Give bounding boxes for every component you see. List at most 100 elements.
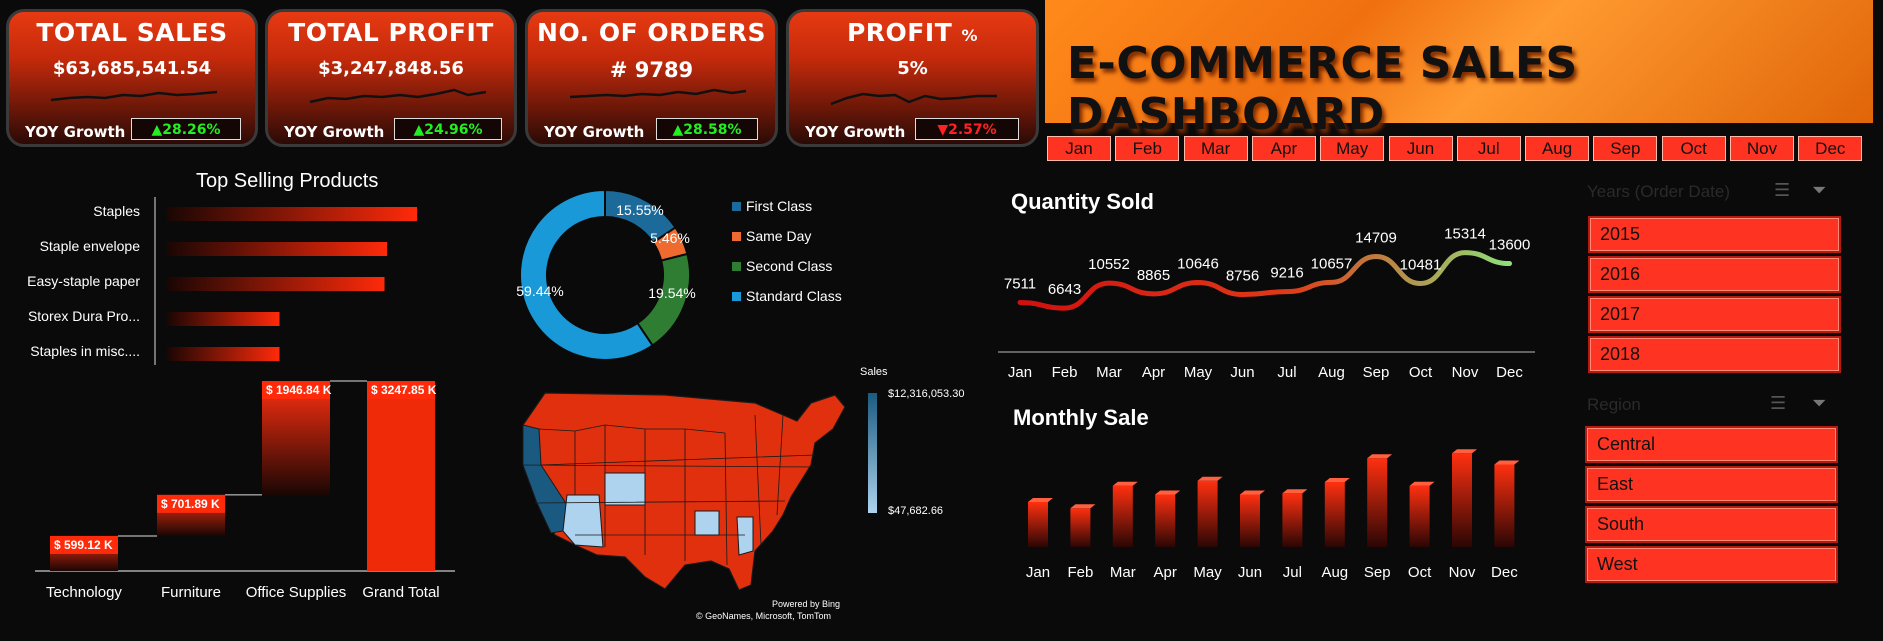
multi-select-icon[interactable]: ☰ [1774, 180, 1796, 201]
data-label: 6643 [1048, 281, 1081, 298]
bar-top [1240, 490, 1265, 495]
category-label: Technology [46, 584, 122, 601]
category-label: Staples [93, 203, 140, 219]
month-tick-label: Jan [1008, 364, 1032, 381]
data-label: 13600 [1489, 237, 1531, 254]
month-tick-label: Jun [1230, 364, 1254, 381]
month-tick-label: Oct [1409, 364, 1433, 381]
month-button-feb[interactable]: Feb [1115, 136, 1180, 161]
product-bar [167, 347, 280, 361]
yoy-badge: ▲24.96% [394, 118, 502, 140]
sparkline [309, 88, 487, 104]
legend-label: Standard Class [746, 288, 842, 304]
month-tick-label: Jul [1277, 364, 1296, 381]
kpi-orders: NO. OF ORDERS # 9789 YOY Growth ▲28.58% [525, 9, 778, 147]
month-button-nov[interactable]: Nov [1730, 136, 1794, 161]
map-credit: Powered by Bing [772, 599, 841, 609]
month-tick-label: Jul [1283, 564, 1302, 581]
month-tick-label: Dec [1496, 364, 1523, 381]
yoy-label: YOY Growth [25, 123, 126, 141]
month-button-dec[interactable]: Dec [1798, 136, 1863, 161]
slicer-item-east[interactable]: East [1585, 466, 1838, 503]
slicer-item-south[interactable]: South [1585, 506, 1838, 543]
yoy-badge: ▼2.57% [915, 118, 1019, 140]
clear-filter-icon[interactable]: ⏷ [1812, 393, 1834, 414]
month-tick-label: Mar [1110, 564, 1136, 581]
region-slicer-header: Region [1587, 395, 1641, 414]
month-button-apr[interactable]: Apr [1251, 136, 1316, 161]
top-products-title: Top Selling Products [196, 170, 379, 192]
kpi-title: NO. OF ORDERS [537, 18, 766, 47]
slicer-item-2017[interactable]: 2017 [1588, 296, 1841, 333]
years-slicer-header: Years (Order Date) [1587, 182, 1730, 201]
slicer-item-2018[interactable]: 2018 [1588, 336, 1841, 373]
category-label: Storex Dura Pro... [28, 308, 140, 324]
month-tick-label: Aug [1318, 364, 1345, 381]
legend-swatch [732, 262, 741, 271]
slicer-item-west[interactable]: West [1585, 546, 1838, 583]
kpi-profit-percent: PROFIT % 5% YOY Growth ▼2.57% [786, 9, 1039, 147]
kpi-total-sales: TOTAL SALES $63,685,541.54 YOY Growth ▲2… [6, 9, 258, 147]
data-label: 14709 [1355, 229, 1397, 246]
waterfall-value-label: $ 701.89 K [161, 497, 220, 511]
slicer-item-central[interactable]: Central [1585, 426, 1838, 463]
month-button-mar[interactable]: Mar [1183, 136, 1248, 161]
sale-bar [1240, 494, 1260, 547]
kpi-title-wrap: PROFIT % [789, 18, 1036, 47]
month-tick-label: Sep [1364, 564, 1391, 581]
month-button-aug[interactable]: Aug [1525, 136, 1590, 161]
clear-filter-icon[interactable]: ⏷ [1812, 180, 1834, 201]
month-tick-label: Jan [1026, 564, 1050, 581]
month-tick-label: Aug [1321, 564, 1348, 581]
bar-top [1282, 489, 1308, 494]
month-button-oct[interactable]: Oct [1661, 136, 1726, 161]
data-label: 8756 [1226, 268, 1259, 285]
yoy-label: YOY Growth [284, 123, 385, 141]
multi-select-icon[interactable]: ☰ [1770, 393, 1792, 414]
category-waterfall-chart: $ 599.12 K Technology $ 701.89 K Furniture $… [35, 380, 455, 601]
sale-bar [1324, 482, 1345, 547]
month-button-jun[interactable]: Jun [1388, 136, 1453, 161]
sale-bar [1494, 464, 1515, 547]
slice-label: 5.46% [650, 230, 690, 246]
slice-label: 19.54% [648, 285, 695, 301]
month-tick-label: Apr [1142, 364, 1165, 381]
category-label: Staple envelope [40, 238, 141, 254]
bar-top [1324, 478, 1350, 482]
bar-top [1070, 504, 1096, 509]
yoy-badge: ▲28.58% [656, 118, 758, 140]
slicer-item-2015[interactable]: 2015 [1588, 216, 1841, 253]
sparkline [830, 92, 997, 106]
month-button-jan[interactable]: Jan [1047, 136, 1111, 161]
bar-top [1155, 490, 1181, 495]
quantity-sold-chart: 7511 6643 10552 8865 10646 8756 9216 1065714709… [998, 226, 1535, 381]
month-tick-label: Mar [1096, 364, 1122, 381]
kpi-total-profit: TOTAL PROFIT $3,247,848.56 YOY Growth ▲2… [265, 9, 517, 147]
month-button-jul[interactable]: Jul [1456, 136, 1521, 161]
month-button-may[interactable]: May [1320, 136, 1385, 161]
us-sales-map [522, 392, 846, 591]
data-label: 7511 [1004, 276, 1036, 293]
bar-top [1367, 454, 1393, 459]
month-tick-label: Feb [1052, 364, 1078, 381]
bar-top [1494, 460, 1520, 465]
kpi-value: # 9789 [609, 58, 694, 82]
month-tick-label: May [1184, 364, 1213, 381]
product-bar [167, 207, 417, 221]
bar-top [1197, 476, 1223, 481]
month-tick-label: Dec [1491, 564, 1518, 581]
category-label: Grand Total [362, 584, 439, 601]
slicer-item-2016[interactable]: 2016 [1588, 256, 1841, 293]
data-label: 9216 [1270, 265, 1303, 282]
month-tick-label: Nov [1452, 364, 1479, 381]
arkansas-shape [694, 510, 720, 536]
data-label: 8865 [1137, 267, 1170, 284]
sale-bar [1112, 485, 1133, 547]
kpi-title: TOTAL SALES [36, 18, 228, 47]
data-label: 10481 [1400, 257, 1442, 274]
month-tick-label: Feb [1067, 564, 1093, 581]
month-tick-label: May [1193, 564, 1222, 581]
waterfall-value-label: $ 3247.85 K [371, 383, 437, 397]
product-bar [167, 277, 385, 291]
month-button-sep[interactable]: Sep [1593, 136, 1658, 161]
